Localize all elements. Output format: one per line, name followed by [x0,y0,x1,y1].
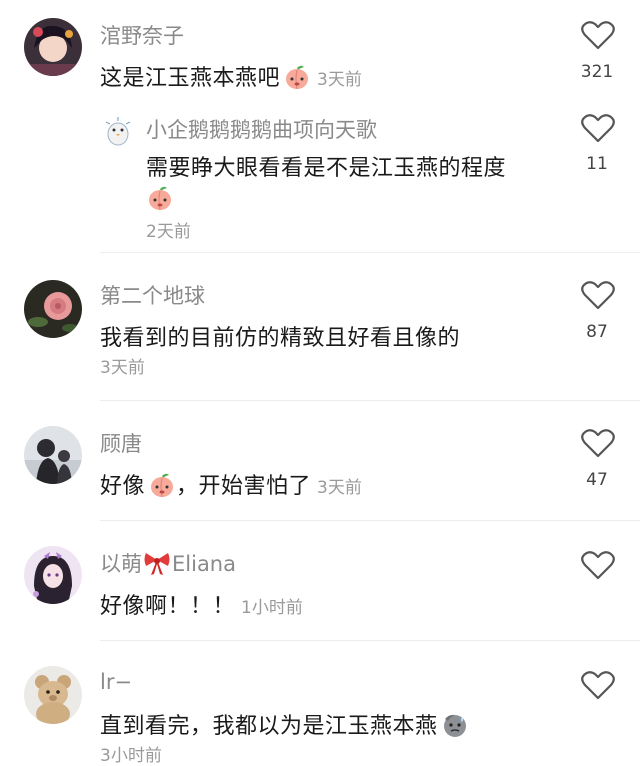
comment-item: 以萌 Eliana 好像啊！！！ 1小时前 [0,528,640,638]
heart-outline-icon [581,114,615,143]
divider [100,640,640,641]
like-count: 87 [586,322,608,342]
comment-item: 第二个地球 我看到的目前仿的精致且好看且像的 3天前 87 [0,260,640,390]
divider [100,252,640,253]
comment-item: 顾唐 好像 ，开始害怕了 3天前 47 [0,408,640,518]
comment-text-content: 这是江玉燕本燕吧 [100,66,281,91]
peach-emoji-icon [283,63,311,97]
comment-text: 我看到的目前仿的精致且好看且像的 [100,326,461,351]
comment-text: 这是江玉燕本燕吧 3天前 [100,60,362,97]
comment-time: 3天前 [317,70,362,90]
comment-text-content: ，开始害怕了 [176,474,312,499]
heart-outline-icon [581,21,615,50]
comment-text-content: 好像 [100,474,146,499]
heart-outline-icon [581,551,615,580]
reply-text: 需要睁大眼看看是不是江玉燕的程度 [146,156,507,181]
avatar[interactable] [100,114,136,150]
username[interactable]: 以萌 Eliana [100,548,236,581]
divider [100,400,640,401]
peach-emoji-icon [146,184,174,216]
username[interactable]: 顾唐 [100,428,142,458]
reply-username[interactable]: 小企鹅鹅鹅鹅曲项向天歌 [146,114,377,144]
like-button[interactable] [581,20,615,54]
divider [100,520,640,521]
reply-time: 2天前 [146,222,191,242]
comment-item: lr− 直到看完，我都以为是江玉燕本燕 3小时前 [0,648,640,766]
heart-outline-icon [581,429,615,458]
avatar[interactable] [24,666,82,724]
username-suffix: Eliana [172,552,236,576]
comment-time: 3小时前 [100,746,162,766]
username-prefix: 以萌 [100,552,142,576]
username[interactable]: lr− [100,670,132,694]
comment-time: 1小时前 [241,598,303,618]
comment-text: 直到看完，我都以为是江玉燕本燕 [100,708,469,745]
comment-time: 3天前 [100,358,145,378]
username[interactable]: 第二个地球 [100,280,205,310]
comment-text: 好像 ，开始害怕了 3天前 [100,468,362,505]
comment-item: 涫野奈子 这是江玉燕本燕吧 3天前 321 小企鹅鹅鹅鹅曲项向天歌 需要睁大眼看看… [0,0,640,250]
like-count: 11 [586,154,608,174]
avatar[interactable] [24,546,82,604]
comment-time: 3天前 [317,478,362,498]
avatar[interactable] [24,18,82,76]
avatar[interactable] [24,280,82,338]
like-button[interactable] [581,113,615,147]
username[interactable]: 涫野奈子 [100,20,184,50]
like-button[interactable] [581,670,615,704]
like-button[interactable] [581,280,615,314]
avatar[interactable] [24,426,82,484]
comment-text-content: 直到看完，我都以为是江玉燕本燕 [100,714,438,739]
peach-emoji-icon [148,471,176,505]
like-button[interactable] [581,428,615,462]
like-button[interactable] [581,550,615,584]
like-count: 47 [586,470,608,490]
sweat-emoji-icon [441,711,469,745]
like-count: 321 [580,62,614,82]
red-bow-icon [143,550,171,581]
comment-text: 好像啊！！！ 1小时前 [100,588,303,620]
heart-outline-icon [581,281,615,310]
comment-text-content: 好像啊！！！ [100,594,236,619]
heart-outline-icon [581,671,615,700]
